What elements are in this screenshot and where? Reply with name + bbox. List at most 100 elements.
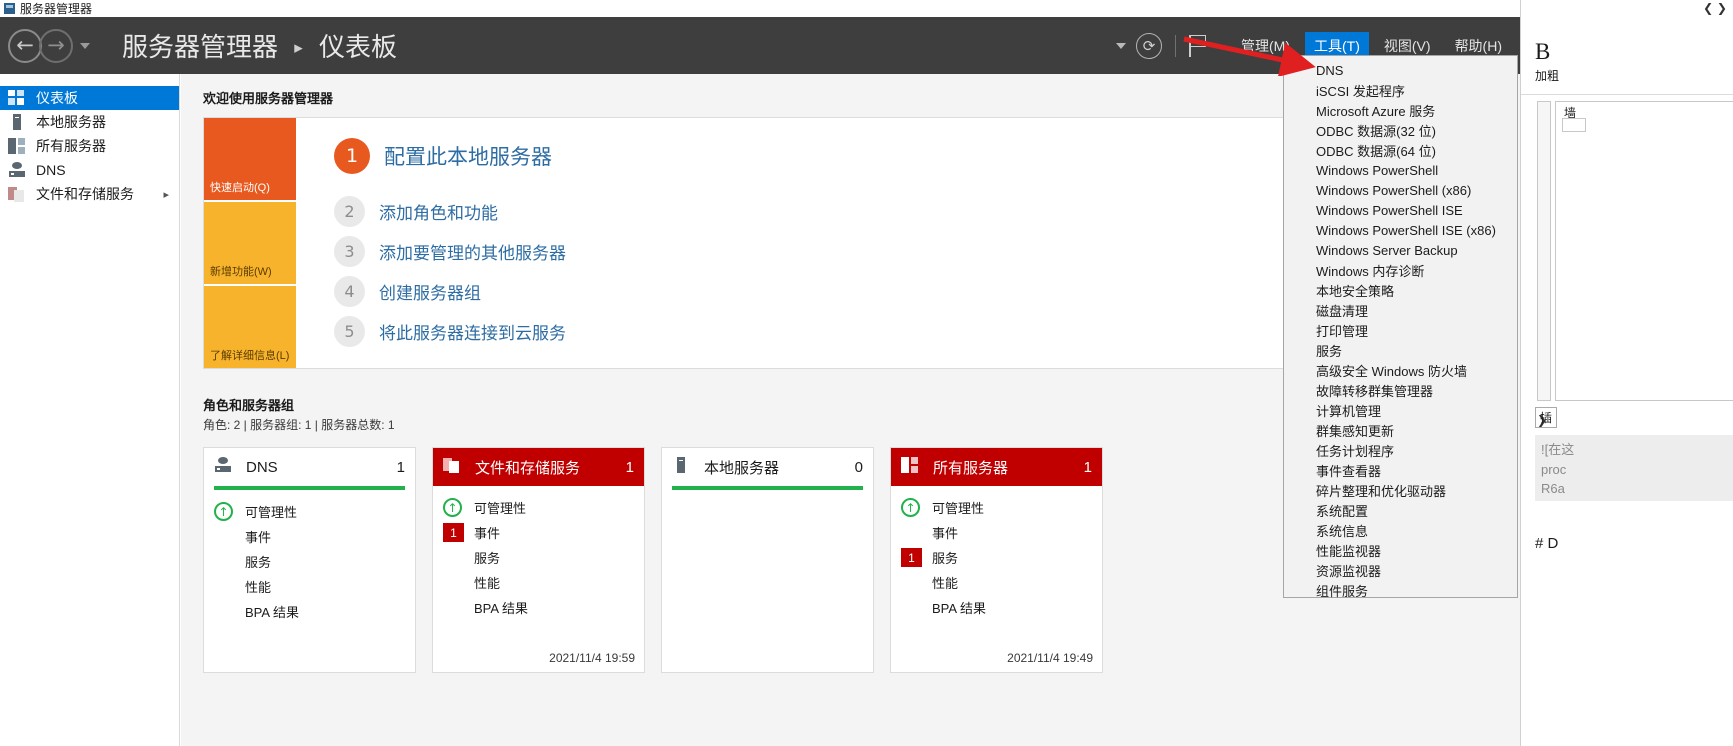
dns-icon — [214, 457, 236, 477]
role-card[interactable]: DNS 1 ↑ 可管理性 事件 服务 性能 BPA 结果 — [203, 447, 416, 673]
tools-menu-item[interactable]: 资源监视器 — [1284, 560, 1517, 580]
tools-menu-item[interactable]: 磁盘清理 — [1284, 300, 1517, 320]
right-app-footer-row: 插 — [1535, 407, 1558, 428]
right-app-insert-button[interactable]: 插 — [1535, 407, 1558, 428]
role-card-row[interactable]: 性能 — [204, 574, 415, 599]
tools-menu-item[interactable]: iSCSI 发起程序 — [1284, 80, 1517, 100]
step-label[interactable]: 创建服务器组 — [379, 279, 481, 304]
role-card-row[interactable]: ↑ 可管理性 — [204, 499, 415, 524]
tools-dropdown-menu[interactable]: DNS iSCSI 发起程序 Microsoft Azure 服务 ODBC 数据源(… — [1283, 55, 1518, 600]
role-card[interactable]: 本地服务器 0 — [661, 447, 874, 673]
role-card-row[interactable]: ↑ 可管理性 — [433, 495, 644, 520]
tools-menu-item[interactable]: 打印管理 — [1284, 320, 1517, 340]
role-card-rows — [662, 490, 873, 499]
tile-quick-start[interactable]: 快速启动(Q) — [204, 118, 296, 202]
quick-start-step-1[interactable]: 1 配置此本地服务器 — [334, 138, 1283, 174]
tools-menu-item[interactable]: Windows PowerShell — [1284, 160, 1517, 180]
servers-icon — [8, 138, 26, 154]
right-app-ribbon: B 加粗 — [1521, 35, 1733, 95]
tools-menu-item[interactable]: 群集感知更新 — [1284, 420, 1517, 440]
tools-menu-item[interactable]: Windows 内存诊断 — [1284, 260, 1517, 280]
breadcrumb: 服务器管理器 ▸ 仪表板 — [122, 27, 397, 64]
right-app-nav-icon[interactable]: ❮ ❯ — [1703, 1, 1727, 15]
role-card-row-label: 事件 — [474, 526, 501, 541]
role-card-row[interactable]: 事件 — [891, 520, 1102, 545]
role-card-row[interactable]: BPA 结果 — [204, 599, 415, 624]
tools-menu-item[interactable]: 事件查看器 — [1284, 460, 1517, 480]
quick-start-step-3[interactable]: 3 添加要管理的其他服务器 — [334, 236, 1283, 267]
step-label[interactable]: 添加角色和功能 — [379, 199, 498, 224]
tools-menu-item[interactable]: 组件服务 — [1284, 580, 1517, 600]
tools-menu-item[interactable]: 系统信息 — [1284, 520, 1517, 540]
role-card[interactable]: 所有服务器 1 ↑ 可管理性 事件 1 服务 性能 BPA 结果 2021/11/4 19:49 — [890, 447, 1103, 673]
quick-start-step-5[interactable]: 5 将此服务器连接到云服务 — [334, 316, 1283, 347]
tools-menu-item[interactable]: 服务 — [1284, 340, 1517, 360]
manageability-ok-icon: ↑ — [214, 502, 233, 521]
sidebar-item-4[interactable]: DNS — [0, 158, 179, 182]
flag-icon[interactable] — [1189, 34, 1207, 57]
alert-count-badge: 1 — [443, 523, 464, 542]
tools-menu-item[interactable]: Windows PowerShell (x86) — [1284, 180, 1517, 200]
tools-menu-item[interactable]: 故障转移群集管理器 — [1284, 380, 1517, 400]
bold-icon[interactable]: B — [1535, 39, 1550, 65]
quick-start-step-4[interactable]: 4 创建服务器组 — [334, 276, 1283, 307]
step-label[interactable]: 配置此本地服务器 — [384, 141, 552, 171]
tools-menu-item[interactable]: Microsoft Azure 服务 — [1284, 100, 1517, 120]
tools-menu-item[interactable]: 本地安全策略 — [1284, 280, 1517, 300]
history-dropdown-icon[interactable] — [80, 42, 90, 49]
step-label[interactable]: 添加要管理的其他服务器 — [379, 239, 566, 264]
right-app-panel: 墙 — [1555, 101, 1733, 401]
manageability-ok-icon: ↑ — [443, 498, 462, 517]
tools-menu-item[interactable]: Windows PowerShell ISE (x86) — [1284, 220, 1517, 240]
navigation-buttons[interactable]: ← → — [0, 28, 90, 63]
role-card-row-label: BPA 结果 — [474, 601, 528, 616]
back-button[interactable]: ← — [8, 28, 42, 63]
refresh-icon[interactable]: ⟳ — [1136, 32, 1162, 59]
tools-menu-item[interactable]: 任务计划程序 — [1284, 440, 1517, 460]
step-label[interactable]: 将此服务器连接到云服务 — [379, 319, 566, 344]
chevron-right-icon[interactable]: ▸ — [163, 188, 169, 201]
tools-menu-item[interactable]: Windows Server Backup — [1284, 240, 1517, 260]
notifications-caret-icon[interactable] — [1116, 42, 1126, 49]
sidebar-item-label: 文件和存储服务 — [36, 186, 134, 202]
role-card-row[interactable]: 1 事件 — [433, 520, 644, 545]
quick-start-steps: 1 配置此本地服务器 2 添加角色和功能 3 添加要管理的其他服务器 4 创建服务器组 5 将此服… — [296, 118, 1283, 368]
role-card-row[interactable]: 性能 — [433, 570, 644, 595]
tools-menu-item[interactable]: 计算机管理 — [1284, 400, 1517, 420]
role-card-row[interactable]: 性能 — [891, 570, 1102, 595]
role-card-row[interactable]: BPA 结果 — [891, 595, 1102, 620]
tools-menu-item[interactable]: ODBC 数据源(32 位) — [1284, 120, 1517, 140]
role-card-row[interactable]: 事件 — [204, 524, 415, 549]
role-card-row[interactable]: ↑ 可管理性 — [891, 495, 1102, 520]
right-app-scrollbar[interactable] — [1537, 101, 1551, 401]
role-card-count: 1 — [396, 458, 405, 476]
tools-menu-item[interactable]: ODBC 数据源(64 位) — [1284, 140, 1517, 160]
role-card-row[interactable]: 服务 — [433, 545, 644, 570]
quick-start-step-2[interactable]: 2 添加角色和功能 — [334, 196, 1283, 227]
role-card-row[interactable]: 服务 — [204, 549, 415, 574]
tools-menu-item[interactable]: 高级安全 Windows 防火墙 — [1284, 360, 1517, 380]
sidebar-item-5[interactable]: 文件和存储服务 ▸ — [0, 182, 179, 206]
tile-learn-more[interactable]: 了解详细信息(L) — [204, 286, 296, 368]
tools-menu-item[interactable]: 性能监视器 — [1284, 540, 1517, 560]
role-card-row-label: 服务 — [474, 551, 501, 566]
server-icon — [672, 457, 694, 477]
role-card-row[interactable]: BPA 结果 — [433, 595, 644, 620]
tools-menu-item[interactable]: DNS — [1284, 60, 1517, 80]
right-app-panel-field[interactable] — [1562, 118, 1586, 132]
role-card-row[interactable]: 1 服务 — [891, 545, 1102, 570]
tools-menu-item[interactable]: 碎片整理和优化驱动器 — [1284, 480, 1517, 500]
tools-menu-item[interactable]: Windows PowerShell ISE — [1284, 200, 1517, 220]
sidebar-item-1[interactable]: 仪表板 — [0, 86, 179, 110]
command-bar-divider — [1175, 34, 1176, 57]
tools-menu-item[interactable]: 系统配置 — [1284, 500, 1517, 520]
tile-whats-new[interactable]: 新增功能(W) — [204, 202, 296, 286]
forward-button[interactable]: → — [39, 28, 73, 63]
sidebar-item-3[interactable]: 所有服务器 — [0, 134, 179, 158]
role-card[interactable]: 文件和存储服务 1 ↑ 可管理性 1 事件 服务 性能 BPA 结果 2021/11/4 19:5… — [432, 447, 645, 673]
role-card-count: 0 — [854, 458, 863, 476]
dashboard-icon — [8, 90, 26, 106]
sidebar-item-2[interactable]: 本地服务器 — [0, 110, 179, 134]
breadcrumb-root[interactable]: 服务器管理器 — [122, 32, 278, 62]
code-line-1: ![在这 — [1541, 442, 1575, 457]
